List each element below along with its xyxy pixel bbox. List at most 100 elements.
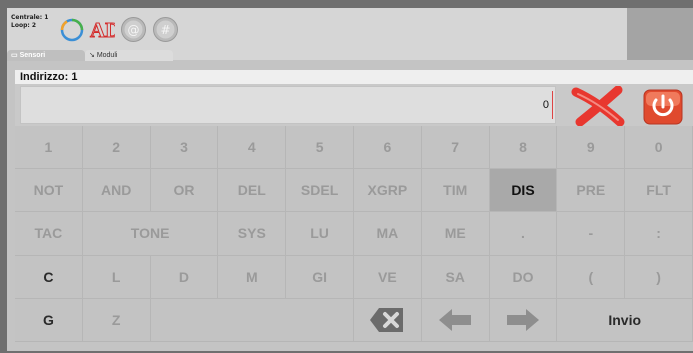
power-icon[interactable] [643,89,683,125]
key-d[interactable]: D [150,255,219,299]
key-dot[interactable]: . [489,212,558,256]
svg-text:@: @ [128,23,140,37]
key-l[interactable]: L [82,255,151,299]
key-dash[interactable]: - [557,212,626,256]
key-invio[interactable]: Invio [557,298,693,342]
key-and[interactable]: AND [82,169,151,213]
key-5[interactable]: 5 [286,126,354,170]
key-lu-label: LU [310,225,329,242]
key-3-label: 3 [180,139,188,156]
key-not[interactable]: NOT [15,169,83,213]
tab-sensori[interactable]: ▭ Sensori [7,50,85,61]
key-dis[interactable]: DIS [489,169,558,213]
address-label: Indirizzo: 1 [15,70,693,84]
key-8[interactable]: 8 [489,126,558,170]
input-row: 0 [15,84,693,126]
key-tac[interactable]: TAC [15,212,83,256]
key-xgrp[interactable]: XGRP [354,169,422,213]
key-arrow-left[interactable] [421,298,490,342]
key-4-label: 4 [247,139,256,156]
key-9[interactable]: 9 [557,126,626,170]
app-window: Centrale: 1 Loop: 2 ADV @ # ▭ Sensori ↘ … [7,8,693,351]
tab-moduli-label: Moduli [96,52,118,59]
key-flt[interactable]: FLT [625,169,693,213]
key-xgrp-label: XGRP [367,182,408,199]
refresh-icon[interactable] [59,17,85,43]
key-backspace[interactable] [354,298,422,342]
key-or-label: OR [173,182,195,199]
svg-text:#: # [160,23,170,37]
key-tac-label: TAC [34,225,63,242]
key-m[interactable]: M [218,255,287,299]
key-gi-label: GI [312,268,327,285]
key-sa-label: SA [445,268,465,285]
loop-label: Loop: 2 [11,22,37,29]
key-tone-label: TONE [130,225,170,242]
key-close-paren[interactable]: ) [625,255,693,299]
key-9-label: 9 [586,139,595,156]
tab-sensori-label: Sensori [19,52,46,59]
centrale-label: Centrale: 1 [11,14,49,21]
key-tim-label: TIM [443,182,468,199]
key-ma[interactable]: MA [354,212,422,256]
key-me-label: ME [444,225,466,242]
command-input[interactable]: 0 [20,86,556,124]
key-7[interactable]: 7 [421,126,490,170]
key-open-paren-label: ( [588,268,594,285]
key-g[interactable]: G [15,298,83,342]
clear-icon[interactable] [570,86,630,126]
key-sa[interactable]: SA [421,255,490,299]
key-z[interactable]: Z [82,298,151,342]
key-close-paren-label: ) [656,268,661,285]
key-d-label: D [178,268,190,285]
key-dot-label: . [521,225,525,242]
adv-logo-text: ADV [90,18,115,42]
key-dis-label: DIS [511,182,535,199]
backspace-icon [370,307,404,332]
at-icon[interactable]: @ [120,16,147,43]
keyboard: 1 2 3 4 5 6 7 8 9 0 NOT AND OR DEL SDEL XGRP TIM DIS PRE FL… [15,126,693,342]
key-sys-label: SYS [237,225,266,242]
key-sys[interactable]: SYS [218,212,287,256]
key-del[interactable]: DEL [218,169,287,213]
key-colon[interactable]: : [625,212,693,256]
key-arrow-right[interactable] [489,298,558,342]
key-and-label: AND [101,182,132,199]
input-value: 0 [542,99,549,111]
key-do-label: DO [512,268,534,285]
key-0[interactable]: 0 [625,126,693,170]
key-4[interactable]: 4 [218,126,287,170]
key-sdel[interactable]: SDEL [286,169,354,213]
key-pre-label: PRE [576,182,606,199]
key-tim[interactable]: TIM [421,169,490,213]
key-1[interactable]: 1 [15,126,83,170]
key-g-label: G [42,311,54,328]
key-pre[interactable]: PRE [557,169,626,213]
key-m-label: M [245,268,258,285]
key-lu[interactable]: LU [286,212,354,256]
key-5-label: 5 [315,139,324,156]
arrow-left-icon [439,308,472,331]
module-icon: ↘ [89,52,97,59]
hash-icon[interactable]: # [152,16,179,43]
key-flt-label: FLT [646,182,671,199]
key-c[interactable]: C [15,255,83,299]
key-do[interactable]: DO [489,255,558,299]
key-dash-label: - [588,225,594,242]
key-gi[interactable]: GI [286,255,354,299]
tab-moduli[interactable]: ↘ Moduli [85,50,173,61]
corner-panel [627,8,693,60]
key-not-label: NOT [33,182,64,199]
key-del-label: DEL [237,182,266,199]
key-me[interactable]: ME [421,212,490,256]
key-3[interactable]: 3 [150,126,219,170]
key-or[interactable]: OR [150,169,219,213]
key-ve-label: VE [378,268,397,285]
key-tone[interactable]: TONE [82,212,219,256]
top-bar: Centrale: 1 Loop: 2 ADV @ # ▭ Sensori ↘ … [7,8,693,61]
key-2[interactable]: 2 [82,126,151,170]
key-open-paren[interactable]: ( [557,255,626,299]
key-6[interactable]: 6 [354,126,422,170]
arrow-right-icon [506,308,539,331]
key-ve[interactable]: VE [354,255,422,299]
